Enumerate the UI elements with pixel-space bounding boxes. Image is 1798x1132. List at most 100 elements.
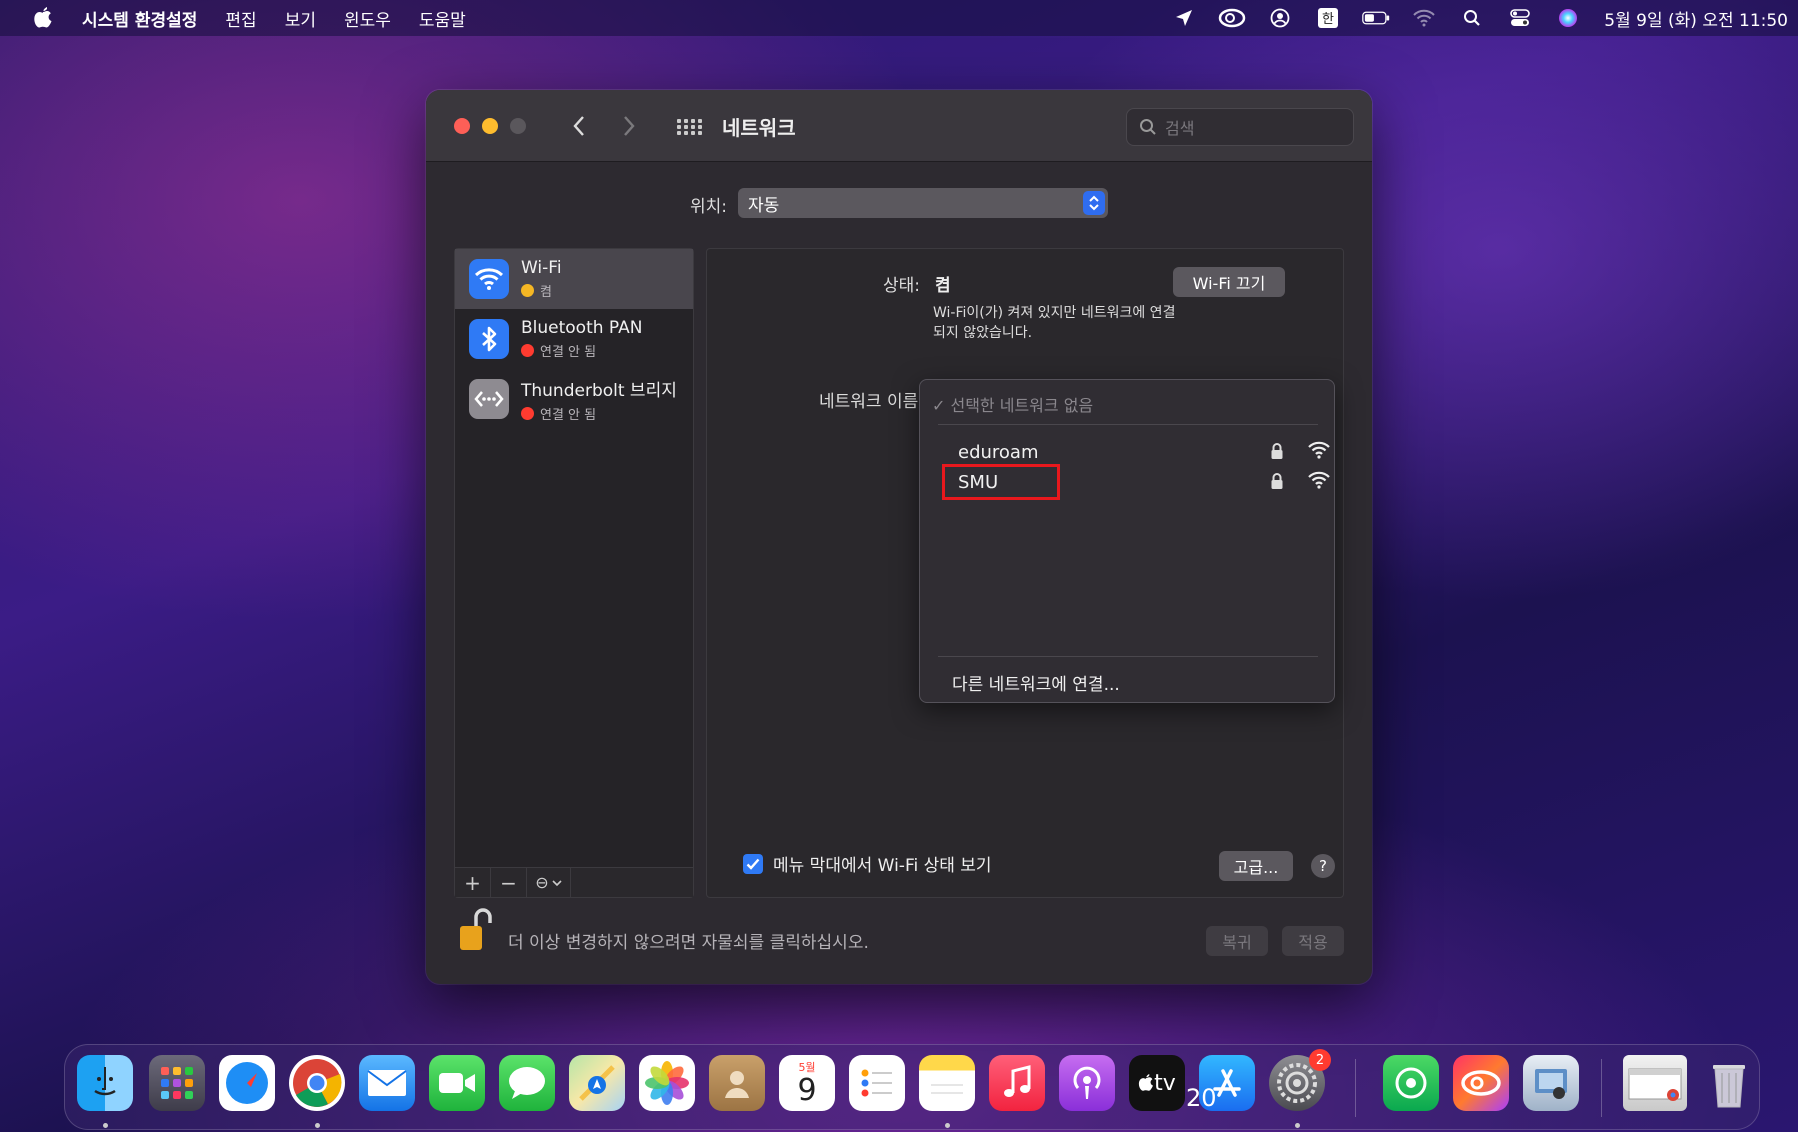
status-description: Wi-Fi이(가) 켜져 있지만 네트워크에 연결되지 않았습니다. xyxy=(933,305,1176,341)
status-label: 상태: xyxy=(883,276,921,296)
dock-divider xyxy=(1355,1059,1356,1117)
menu-bar: 시스템 환경설정 편집 보기 윈도우 도움말 한 5월 9일 (화) 오전 11… xyxy=(0,0,1798,36)
dock: 5월 9 tv 2 xyxy=(64,1044,1760,1130)
dock-divider xyxy=(1601,1059,1602,1117)
service-item-wifi[interactable]: Wi-Fi 켬 xyxy=(455,249,693,309)
service-status: 켬 xyxy=(540,285,552,300)
notes-icon[interactable] xyxy=(919,1055,975,1111)
unlocked-padlock-icon[interactable] xyxy=(458,908,492,956)
network-name: eduroam xyxy=(958,441,1039,463)
search-input[interactable]: 검색 xyxy=(1126,108,1354,146)
lock-icon xyxy=(1271,443,1283,459)
show-wifi-status-checkbox[interactable]: 메뉴 막대에서 Wi-Fi 상태 보기 xyxy=(743,851,992,876)
menu-app-name[interactable]: 시스템 환경설정 xyxy=(82,6,197,31)
creative-cloud-app-icon[interactable] xyxy=(1453,1055,1509,1111)
show-wifi-status-label: 메뉴 막대에서 Wi-Fi 상태 보기 xyxy=(773,856,992,876)
close-window-button[interactable] xyxy=(454,118,470,134)
location-value: 자동 xyxy=(748,195,780,216)
reminders-icon[interactable] xyxy=(849,1055,905,1111)
status-dot-icon xyxy=(521,284,534,297)
location-select[interactable]: 자동 xyxy=(738,188,1108,218)
forward-chevron-icon[interactable] xyxy=(614,110,644,142)
apple-tv-icon[interactable]: tv xyxy=(1129,1055,1185,1111)
action-menu-button[interactable]: ⊖ xyxy=(527,867,571,898)
menu-bar-clock[interactable]: 5월 9일 (화) 오전 11:50 xyxy=(1604,6,1788,31)
facetime-icon[interactable] xyxy=(429,1055,485,1111)
menu-separator xyxy=(938,656,1318,657)
status-dot-icon xyxy=(521,406,534,420)
chevron-down-icon xyxy=(552,879,562,886)
updown-chevron-icon xyxy=(1083,191,1105,215)
thunderbolt-bridge-icon xyxy=(469,379,509,419)
mail-icon[interactable] xyxy=(359,1055,415,1111)
network-item-eduroam[interactable]: eduroam xyxy=(958,438,1330,466)
chrome-icon[interactable] xyxy=(289,1055,345,1111)
menu-edit[interactable]: 편집 xyxy=(225,6,256,31)
network-preferences-window: 네트워크 검색 위치: 자동 Wi-Fi 켬 Bluetooth PAN 연결 … xyxy=(426,90,1372,984)
battery-icon[interactable] xyxy=(1362,7,1390,29)
bluetooth-icon xyxy=(469,319,509,359)
music-icon[interactable] xyxy=(989,1055,1045,1111)
back-chevron-icon[interactable] xyxy=(564,110,594,142)
service-item-thunderbolt-bridge[interactable]: Thunderbolt 브리지 연결 안 됨 xyxy=(455,369,693,429)
menu-window[interactable]: 윈도우 xyxy=(344,6,391,31)
maps-icon[interactable] xyxy=(569,1055,625,1111)
status-value: 켬 xyxy=(935,276,951,296)
service-list: Wi-Fi 켬 Bluetooth PAN 연결 안 됨 Thunderbolt… xyxy=(454,248,694,898)
lock-hint-text: 더 이상 변경하지 않으려면 자물쇠를 클릭하십시오. xyxy=(508,933,869,953)
photos-icon[interactable] xyxy=(639,1055,695,1111)
running-indicator xyxy=(945,1123,950,1128)
advanced-button[interactable]: 고급... xyxy=(1219,851,1293,881)
menu-separator xyxy=(938,424,1318,425)
lock-icon xyxy=(1271,473,1283,489)
zoom-window-button[interactable] xyxy=(510,118,526,134)
system-preferences-icon[interactable]: 2 xyxy=(1269,1049,1331,1111)
svg-text:한: 한 xyxy=(1322,12,1334,27)
search-placeholder: 검색 xyxy=(1165,119,1195,138)
turn-wifi-off-button[interactable]: Wi-Fi 끄기 xyxy=(1173,267,1285,297)
apply-button[interactable]: 적용 xyxy=(1282,926,1344,956)
calendar-icon[interactable]: 5월 9 xyxy=(779,1055,835,1111)
creative-cloud-icon[interactable] xyxy=(1218,7,1246,29)
network-name-dropdown: ✓ 선택한 네트워크 없음 eduroam SMU 다른 네트워크에 연결... xyxy=(919,379,1335,703)
trash-icon[interactable] xyxy=(1701,1055,1757,1111)
service-item-bluetooth-pan[interactable]: Bluetooth PAN 연결 안 됨 xyxy=(455,309,693,369)
control-center-icon[interactable] xyxy=(1506,7,1534,29)
running-indicator xyxy=(103,1123,108,1128)
notification-badge: 2 xyxy=(1309,1049,1331,1071)
user-account-icon[interactable] xyxy=(1266,7,1294,29)
apple-menu-icon[interactable] xyxy=(32,7,54,29)
safari-icon[interactable] xyxy=(219,1055,275,1111)
running-indicator xyxy=(315,1123,320,1128)
launchpad-icon[interactable] xyxy=(149,1055,205,1111)
input-source-icon[interactable]: 한 xyxy=(1314,7,1342,29)
action-menu-glyph: ⊖ xyxy=(535,873,549,892)
menu-help[interactable]: 도움말 xyxy=(419,6,466,31)
location-arrow-icon[interactable] xyxy=(1170,7,1198,29)
no-network-selected-item[interactable]: ✓ 선택한 네트워크 없음 xyxy=(932,392,1093,416)
smu-highlight-annotation xyxy=(942,464,1060,500)
join-other-network-item[interactable]: 다른 네트워크에 연결... xyxy=(952,670,1120,695)
remove-service-button[interactable]: − xyxy=(491,867,527,898)
service-name: Bluetooth PAN xyxy=(521,318,643,338)
podcasts-icon[interactable] xyxy=(1059,1055,1115,1111)
checkmark-icon xyxy=(743,853,763,874)
contacts-icon[interactable] xyxy=(709,1055,765,1111)
add-service-button[interactable]: + xyxy=(455,867,491,898)
wifi-signal-icon xyxy=(1308,441,1330,459)
help-button[interactable]: ? xyxy=(1311,854,1335,878)
menu-view[interactable]: 보기 xyxy=(285,6,316,31)
wifi-status-icon[interactable] xyxy=(1410,7,1438,29)
chrome-window-thumbnail-icon[interactable] xyxy=(1623,1055,1687,1111)
wifi-detail-panel: 상태: 켬 Wi-Fi 끄기 Wi-Fi이(가) 켜져 있지만 네트워크에 연결… xyxy=(706,248,1344,898)
spotlight-search-icon[interactable] xyxy=(1458,7,1486,29)
revert-button[interactable]: 복귀 xyxy=(1206,926,1268,956)
show-all-grid-icon[interactable] xyxy=(674,112,704,142)
finder-icon[interactable] xyxy=(77,1055,133,1111)
find-my-icon[interactable] xyxy=(1383,1055,1439,1111)
siri-icon[interactable] xyxy=(1554,7,1582,29)
preview-icon[interactable] xyxy=(1523,1055,1579,1111)
minimize-window-button[interactable] xyxy=(482,118,498,134)
messages-icon[interactable] xyxy=(499,1055,555,1111)
network-name-label: 네트워크 이름 xyxy=(819,392,919,412)
